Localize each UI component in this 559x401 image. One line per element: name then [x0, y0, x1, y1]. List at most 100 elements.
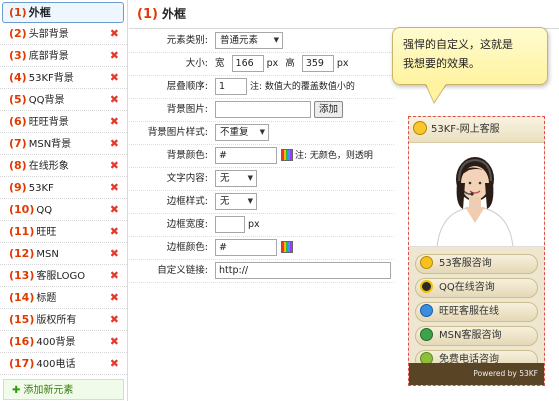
msn-buddy-icon — [420, 327, 433, 341]
bg-color-input[interactable]: # — [215, 147, 277, 164]
sidebar-item-msn[interactable]: (12) MSN ✖ — [0, 243, 127, 265]
custom-link-input[interactable]: http:// — [215, 262, 391, 279]
page-title-text: 外框 — [161, 7, 186, 21]
sidebar-item-number: (16) — [9, 335, 35, 348]
sidebar-item-wangwang-bg[interactable]: (6) 旺旺背景 ✖ — [0, 111, 127, 133]
layer-order-label: 层叠顺序: — [166, 81, 208, 92]
callout-tail — [426, 84, 446, 102]
sidebar-item-53kf-bg[interactable]: (4) 53KF背景 ✖ — [0, 67, 127, 89]
width-label: 宽 — [215, 58, 225, 69]
color-picker-icon[interactable] — [281, 241, 293, 253]
sidebar-item-label: 在线形象 — [28, 161, 69, 172]
layer-order-input[interactable]: 1 — [215, 78, 247, 95]
sidebar-item-service-logo[interactable]: (13) 客服LOGO ✖ — [0, 265, 127, 287]
widget-item-wangwang[interactable]: 旺旺客服在线 — [415, 302, 538, 322]
delete-icon[interactable]: ✖ — [110, 265, 119, 287]
border-color-label: 边框颜色: — [166, 242, 208, 253]
sidebar-item-frame[interactable]: (1) 外框 — [2, 2, 124, 23]
bg-image-label: 背景图片: — [166, 104, 208, 115]
height-label: 高 — [285, 58, 295, 69]
delete-icon[interactable]: ✖ — [110, 45, 119, 67]
border-style-select[interactable]: 无 — [215, 193, 257, 210]
width-input[interactable]: 166 — [231, 55, 264, 72]
delete-icon[interactable]: ✖ — [110, 199, 119, 221]
border-style-label: 边框样式: — [166, 196, 208, 207]
sidebar-item-label: 53KF — [28, 183, 54, 194]
border-color-input[interactable]: # — [215, 239, 277, 256]
plus-icon: ✚ — [12, 385, 21, 396]
sidebar-item-label: 400电话 — [36, 359, 76, 370]
smile-icon — [413, 121, 427, 135]
delete-icon[interactable]: ✖ — [110, 89, 119, 111]
delete-icon[interactable]: ✖ — [110, 133, 119, 155]
sidebar-item-number: (5) — [9, 93, 27, 106]
page-title: (1) 外框 — [129, 0, 559, 29]
sidebar-item-title[interactable]: (14) 标题 ✖ — [0, 287, 127, 309]
delete-icon[interactable]: ✖ — [110, 287, 119, 309]
delete-icon[interactable]: ✖ — [110, 111, 119, 133]
service-widget-preview[interactable]: 53KF-网上客服 53客服咨询 QQ在线咨询 旺旺客服在线 MSN客服咨询 免… — [408, 116, 545, 386]
delete-icon[interactable]: ✖ — [110, 309, 119, 331]
row-bg-color: 背景颜色: # 注: 无颜色，则透明 — [129, 145, 394, 168]
bg-image-style-label: 背景图片样式: — [147, 127, 208, 138]
delete-icon[interactable]: ✖ — [110, 155, 119, 177]
add-bg-image-button[interactable]: 添加 — [314, 101, 344, 118]
bg-image-input[interactable] — [215, 101, 311, 118]
add-new-element-button[interactable]: ✚ 添加新元素 — [3, 379, 124, 400]
sidebar-item-label: 旺旺 — [36, 227, 57, 238]
widget-item-qq[interactable]: QQ在线咨询 — [415, 278, 538, 298]
sidebar-item-400-phone[interactable]: (17) 400电话 ✖ — [0, 353, 127, 375]
sidebar-item-number: (14) — [9, 291, 35, 304]
sidebar-item-qq[interactable]: (10) QQ ✖ — [0, 199, 127, 221]
sidebar-item-msn-bg[interactable]: (7) MSN背景 ✖ — [0, 133, 127, 155]
sidebar-item-copyright[interactable]: (15) 版权所有 ✖ — [0, 309, 127, 331]
border-width-label: 边框宽度: — [166, 219, 208, 230]
sidebar-item-number: (11) — [9, 225, 35, 238]
custom-link-label: 自定义链接: — [157, 265, 208, 276]
sidebar-item-number: (7) — [9, 137, 27, 150]
sidebar-item-label: 标题 — [36, 293, 57, 304]
delete-icon[interactable]: ✖ — [110, 67, 119, 89]
sidebar-item-online-image[interactable]: (8) 在线形象 ✖ — [0, 155, 127, 177]
sidebar-item-label: 客服LOGO — [36, 271, 86, 282]
bg-color-label: 背景颜色: — [166, 150, 208, 161]
delete-icon[interactable]: ✖ — [110, 23, 119, 45]
sidebar-item-label: 版权所有 — [36, 315, 77, 326]
delete-icon[interactable]: ✖ — [110, 243, 119, 265]
height-unit: px — [336, 58, 349, 69]
border-width-input[interactable] — [215, 216, 245, 233]
color-picker-icon[interactable] — [281, 149, 293, 161]
size-label: 大小: — [185, 58, 208, 69]
bg-image-style-select[interactable]: 不重复 — [215, 124, 269, 141]
bg-color-note: 注: 无颜色，则透明 — [295, 151, 373, 161]
height-input[interactable]: 359 — [301, 55, 334, 72]
delete-icon[interactable]: ✖ — [110, 177, 119, 199]
sidebar-item-qq-bg[interactable]: (5) QQ背景 ✖ — [0, 89, 127, 111]
sidebar-item-number: (17) — [9, 357, 35, 370]
sidebar-item-footer-bg[interactable]: (3) 底部背景 ✖ — [0, 45, 127, 67]
sidebar-item-label: 底部背景 — [28, 51, 69, 62]
sidebar-item-53kf[interactable]: (9) 53KF ✖ — [0, 177, 127, 199]
sidebar-item-label: MSN — [36, 249, 59, 260]
delete-icon[interactable]: ✖ — [110, 331, 119, 353]
widget-item-label: MSN客服咨询 — [439, 330, 502, 341]
row-bg-image-style: 背景图片样式: 不重复 — [129, 122, 394, 145]
sidebar-item-header-bg[interactable]: (2) 头部背景 ✖ — [0, 23, 127, 45]
smile-icon — [420, 255, 433, 269]
sidebar-item-label: 外框 — [28, 6, 51, 19]
sidebar-item-label: QQ — [36, 205, 53, 216]
delete-icon[interactable]: ✖ — [110, 221, 119, 243]
delete-icon[interactable]: ✖ — [110, 353, 119, 375]
element-type-select[interactable]: 普通元素 — [215, 32, 283, 49]
widget-footer: Powered by 53KF — [409, 363, 544, 385]
text-content-select[interactable]: 无 — [215, 170, 257, 187]
element-sidebar: (1) 外框 (2) 头部背景 ✖ (3) 底部背景 ✖ (4) 53KF背景 ✖ (5… — [0, 0, 128, 401]
widget-item-53kf[interactable]: 53客服咨询 — [415, 254, 538, 274]
border-width-unit: px — [248, 219, 260, 230]
row-border-style: 边框样式: 无 — [129, 191, 394, 214]
properties-form: 元素类别: 普通元素 大小: 宽 166 px 高 359 px 层叠顺序: 1… — [129, 30, 394, 283]
sidebar-item-400-bg[interactable]: (16) 400背景 ✖ — [0, 331, 127, 353]
sidebar-item-wangwang[interactable]: (11) 旺旺 ✖ — [0, 221, 127, 243]
row-size: 大小: 宽 166 px 高 359 px — [129, 53, 394, 76]
widget-item-msn[interactable]: MSN客服咨询 — [415, 326, 538, 346]
